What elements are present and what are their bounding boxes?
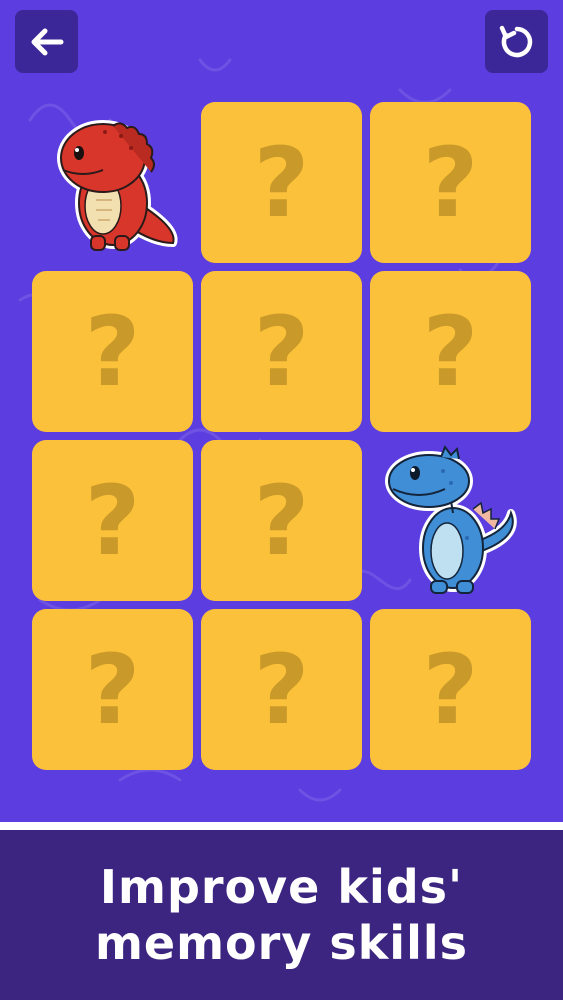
red-dinosaur-icon	[56, 119, 178, 251]
memory-card-hidden[interactable]: ?	[370, 271, 531, 432]
restart-icon	[499, 25, 532, 57]
memory-card-hidden[interactable]: ?	[201, 271, 362, 432]
blue-dinosaur-icon	[384, 444, 517, 594]
memory-card-hidden[interactable]: ?	[370, 102, 531, 263]
arrow-left-icon	[31, 28, 63, 55]
memory-card-hidden[interactable]: ?	[32, 271, 193, 432]
game-board-area: ? ? ? ? ? ? ? ? ? ?	[0, 0, 563, 822]
promo-banner: Improve kids' memory skills	[0, 830, 563, 1000]
back-button[interactable]	[15, 10, 78, 73]
question-mark-icon: ?	[253, 633, 310, 746]
memory-card-revealed[interactable]	[370, 440, 531, 601]
question-mark-icon: ?	[84, 464, 141, 577]
question-mark-icon: ?	[422, 633, 479, 746]
banner-line-2: memory skills	[94, 916, 468, 970]
banner-line-1: Improve kids'	[99, 860, 464, 914]
question-mark-icon: ?	[422, 126, 479, 239]
question-mark-icon: ?	[422, 295, 479, 408]
memory-card-hidden[interactable]: ?	[32, 440, 193, 601]
memory-card-hidden[interactable]: ?	[32, 609, 193, 770]
restart-button[interactable]	[485, 10, 548, 73]
memory-card-hidden[interactable]: ?	[201, 609, 362, 770]
question-mark-icon: ?	[84, 633, 141, 746]
question-mark-icon: ?	[253, 295, 310, 408]
memory-card-hidden[interactable]: ?	[201, 440, 362, 601]
question-mark-icon: ?	[253, 464, 310, 577]
question-mark-icon: ?	[253, 126, 310, 239]
question-mark-icon: ?	[84, 295, 141, 408]
memory-card-revealed[interactable]	[32, 102, 193, 263]
memory-card-hidden[interactable]: ?	[201, 102, 362, 263]
memory-card-hidden[interactable]: ?	[370, 609, 531, 770]
divider	[0, 822, 563, 830]
